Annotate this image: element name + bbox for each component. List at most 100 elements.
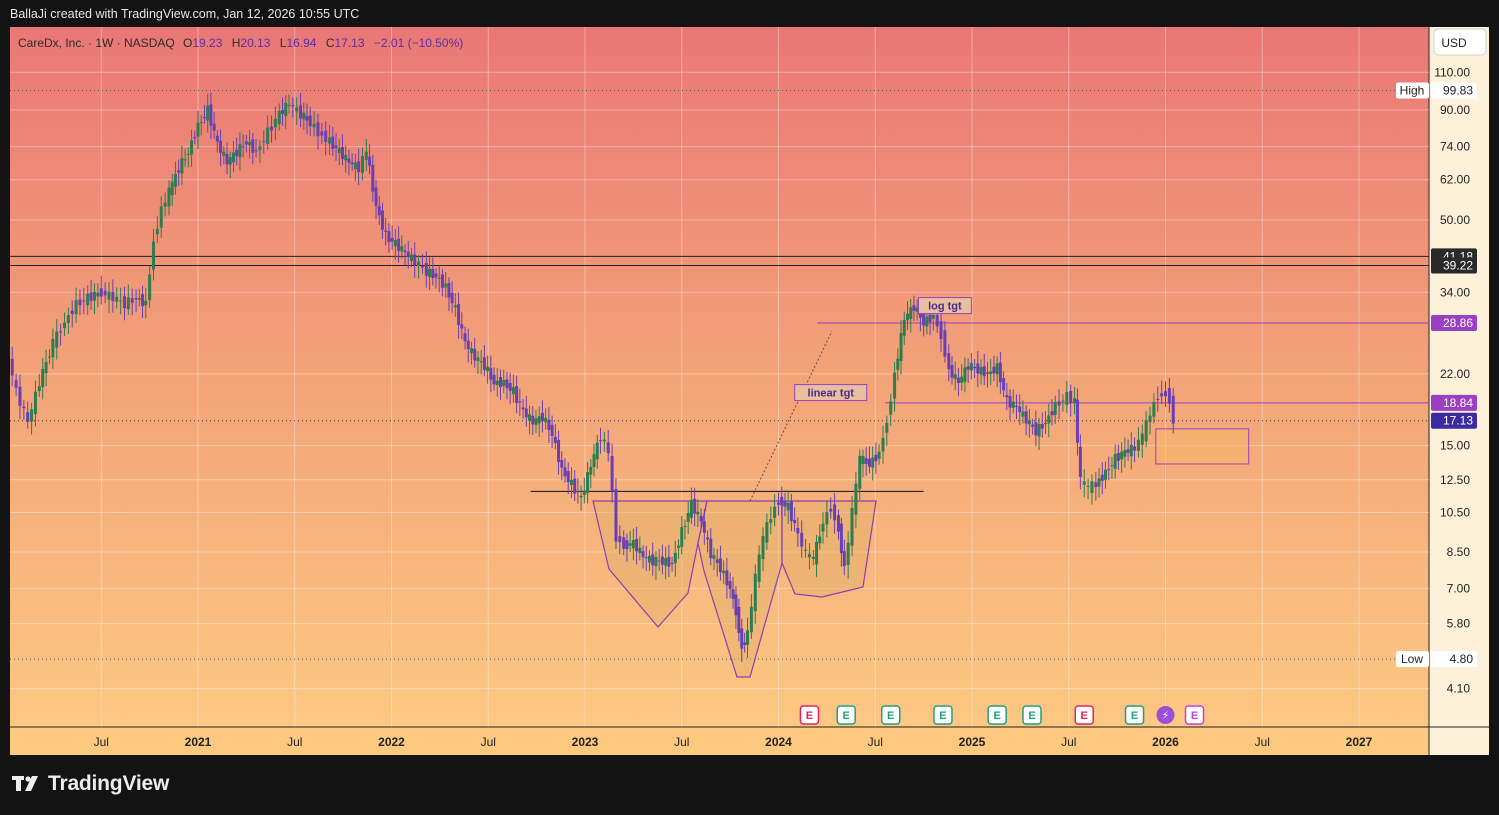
candle-body [963,367,967,382]
candle-body [885,422,889,433]
candle-body [651,554,655,566]
earnings-event-marker[interactable]: E [1124,705,1145,725]
candle-body [1044,423,1048,425]
candle-body [47,356,51,358]
candle-body [183,159,187,161]
candle-body [737,606,741,633]
candle-body [631,540,635,549]
candle-body [406,251,410,257]
candle-body [1002,378,1006,391]
candle-body [1100,474,1104,481]
candle-body [344,154,348,161]
event-label: E [843,710,850,722]
candle-body [387,231,391,243]
candle-body [595,442,599,460]
earnings-event-marker[interactable]: E [987,705,1007,725]
candle-body [586,472,590,494]
candle-body [531,415,535,425]
event-label: E [1081,710,1088,722]
candle-body [469,348,473,354]
time-tick-label: Jul [94,735,109,749]
earnings-event-marker[interactable]: E [836,705,856,725]
annotation-label: log tgt [928,301,962,313]
candle-body [969,362,973,371]
candle-body [193,137,197,139]
candle-body [312,123,316,128]
earnings-event-marker[interactable]: E [933,705,953,725]
price-tick-label: 10.50 [1440,505,1470,519]
candle-body [134,298,138,300]
candle-body [248,141,252,146]
candle-body [62,322,66,329]
earnings-event-marker[interactable]: E [799,705,820,725]
candle-body [115,296,119,302]
candle-body [985,372,989,374]
candle-body [821,523,825,532]
candle-body [228,157,232,165]
candle-body [437,277,441,279]
chart-attribution: BallaJi created with TradingView.com, Ja… [10,7,360,21]
candle-body [573,478,577,494]
price-axis-panel [1429,27,1489,755]
candle-body [74,300,78,315]
time-tick-label: 2027 [1346,735,1373,749]
candle-body [424,262,428,276]
candle-body [413,254,417,266]
candle-body [960,376,964,383]
candle-body [92,291,96,301]
candle-body [222,151,226,156]
candle-body [463,333,467,342]
price-tag-value: 17.13 [1443,414,1473,428]
candle-body [287,104,291,106]
target-zone [1155,428,1250,465]
price-tag-prefix: Low [1401,652,1423,666]
candle-body [434,273,438,278]
candle-body [528,414,532,421]
candle-body [680,527,684,547]
candle-body [1005,394,1009,398]
earnings-event-marker[interactable]: E [1184,705,1205,725]
candle-body [173,174,177,187]
candle-body [902,320,906,336]
time-tick-label: Jul [1255,735,1270,749]
candle-body [1152,401,1156,417]
candle-body [295,107,299,112]
candle-body [602,439,606,442]
candle-body [1047,415,1051,424]
candle-body [749,606,753,633]
candle-body [137,298,141,300]
candle-body [508,383,512,391]
candle-body [460,324,464,329]
currency-button[interactable]: USD [1433,28,1487,56]
price-tick-label: 110.00 [1434,65,1470,79]
candle-body [180,158,184,174]
candle-body [966,366,970,370]
candle-body [225,154,229,165]
chart-area[interactable]: log tgt linear tgt 110.00 90.00 74.00 62.00 5… [10,27,1489,755]
candle-body [1107,469,1111,471]
candle-body [26,412,30,422]
candle-body [793,519,797,524]
candle-body [1104,469,1108,480]
candle-body [777,502,780,505]
earnings-event-marker[interactable]: E [1022,705,1042,725]
tradingview-logo[interactable]: TradingView [12,772,169,796]
candle-body [1167,388,1171,404]
earnings-event-marker[interactable]: E [1074,705,1094,725]
candle-body [641,551,645,558]
candle-body [241,146,245,148]
candle-body [340,146,344,160]
candle-body [177,170,181,173]
candle-body [874,454,878,462]
candle-body [1034,422,1038,436]
candle-body [839,523,843,554]
time-tick-label: 2022 [378,735,405,749]
price-chart[interactable]: log tgt linear tgt 110.00 90.00 74.00 62.00 5… [10,27,1489,755]
candle-body [308,115,312,127]
earnings-event-marker[interactable]: E [880,705,901,725]
candle-body [231,152,235,163]
candle-body [1073,398,1077,403]
earnings-event-marker[interactable]: ⚡ [1156,706,1175,724]
time-tick-label: 2025 [959,735,986,749]
candle-body [1018,406,1022,413]
